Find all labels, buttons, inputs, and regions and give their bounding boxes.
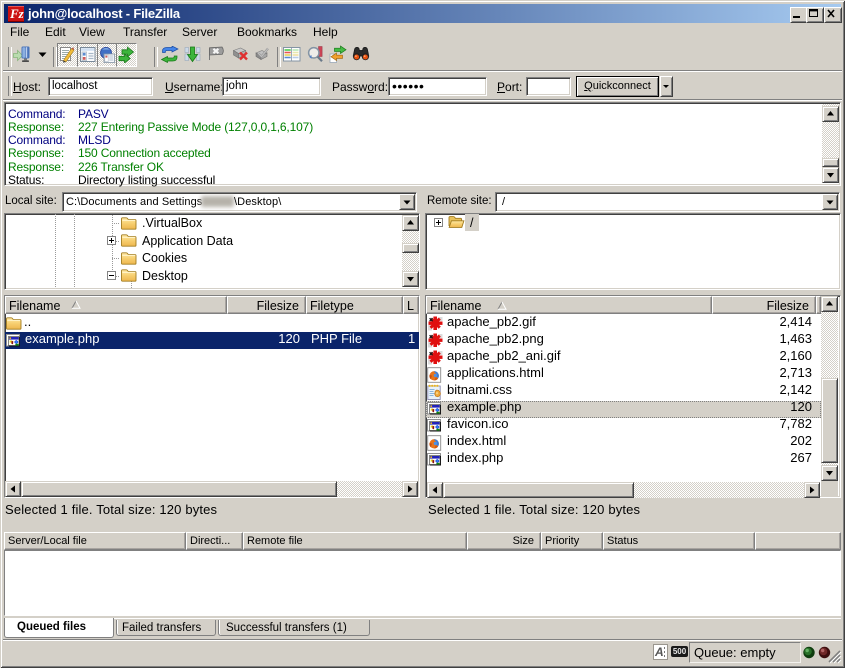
svg-text:A: A xyxy=(654,645,664,659)
svg-text:Fz: Fz xyxy=(9,6,24,21)
